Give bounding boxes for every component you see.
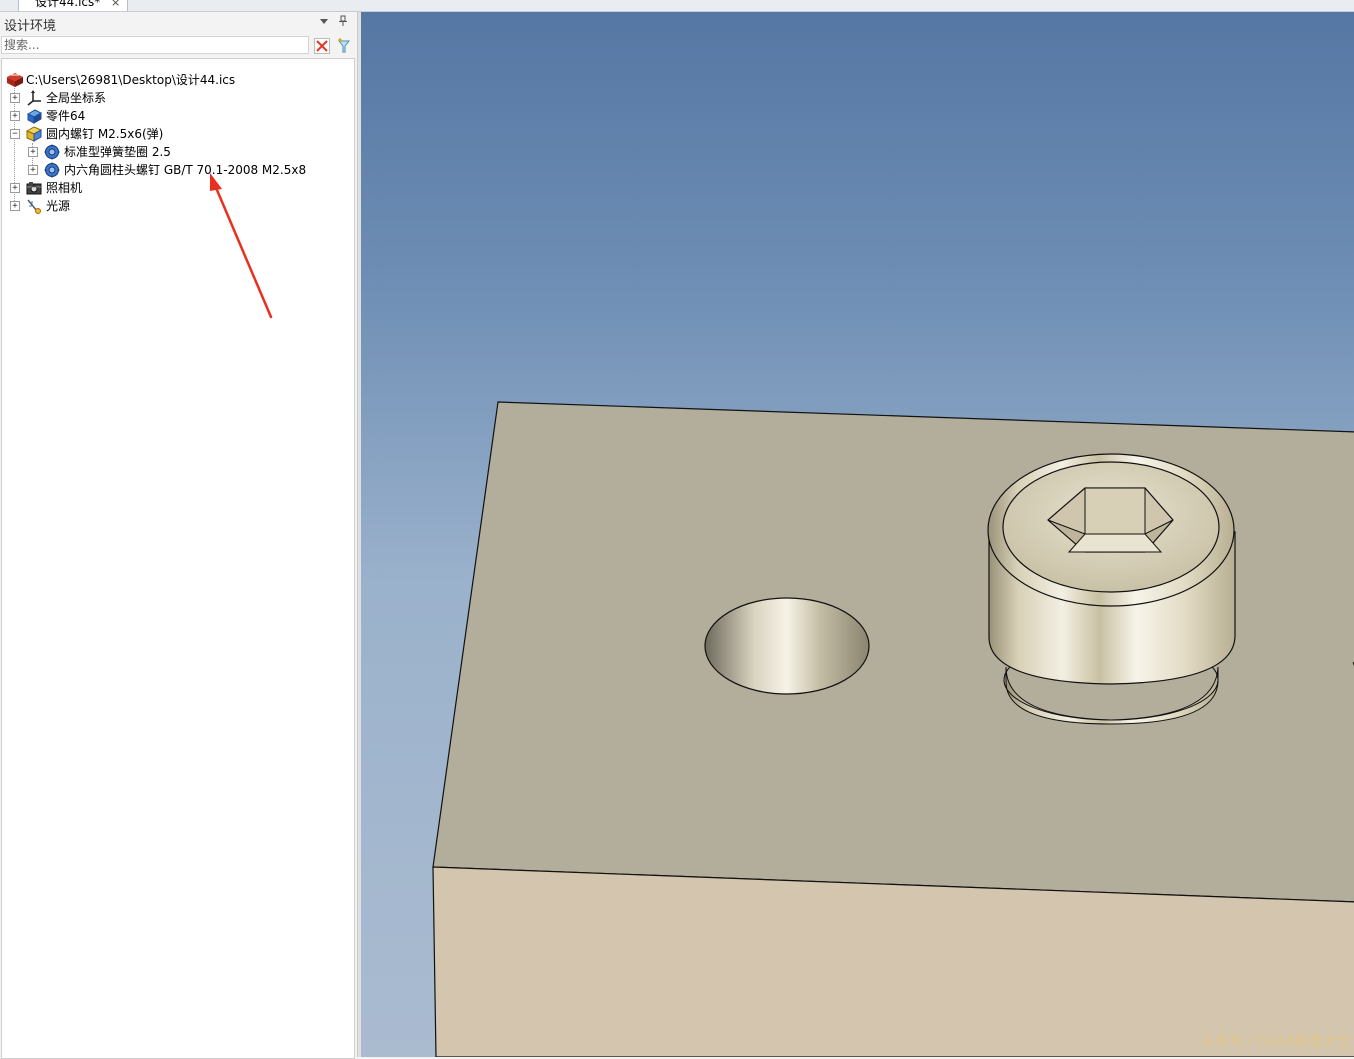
annotation-arrow	[210, 173, 273, 319]
panel-header: 设计环境	[0, 12, 357, 34]
clear-search-icon[interactable]	[314, 38, 330, 54]
watermark: 头条号 / CAXA影像大全	[1200, 1034, 1351, 1050]
hole	[704, 597, 870, 695]
search-input[interactable]	[1, 36, 309, 54]
pin-icon[interactable]	[338, 15, 348, 30]
scene	[432, 401, 1354, 1057]
close-icon[interactable]: ×	[111, 0, 120, 11]
design-tree: C:\Users\26981\Desktop\设计44.ics + 全局坐标系 …	[1, 58, 355, 1059]
filter-icon[interactable]	[336, 37, 352, 54]
design-environment-panel: 设计环境 C:\Users\26981\Desktop\设计44.ics +	[0, 12, 358, 1059]
document-tab-strip: 设计44.ics* ×	[0, 0, 1354, 12]
document-tab-title: 设计44.ics*	[35, 0, 101, 9]
dropdown-icon[interactable]	[320, 19, 328, 24]
3d-viewport[interactable]: 头条号 / CAXA影像大全	[358, 12, 1354, 1057]
panel-title: 设计环境	[4, 19, 57, 34]
search-row	[0, 35, 357, 57]
